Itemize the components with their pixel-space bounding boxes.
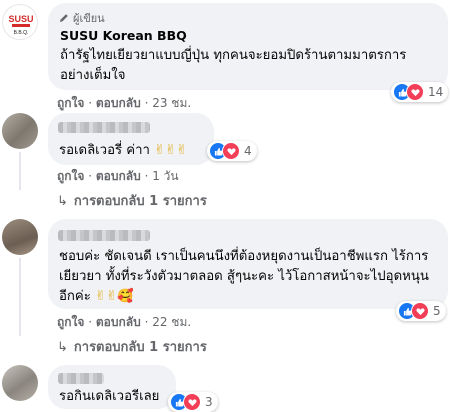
view-replies-link[interactable]: ↳ การตอบกลับ 1 รายการ (57, 190, 207, 211)
reaction-summary[interactable]: 14 (391, 82, 449, 102)
comment-actions: ถูกใจ · ตอบกลับ · 22 ชม. (57, 315, 192, 329)
reply-link[interactable]: ตอบกลับ (96, 315, 141, 329)
commenter-avatar[interactable] (2, 219, 38, 255)
love-reaction-icon (222, 142, 240, 160)
like-link[interactable]: ถูกใจ (57, 315, 84, 329)
reaction-count: 5 (433, 304, 441, 318)
comment-actions: ถูกใจ · ตอบกลับ · 1 วัน (57, 169, 179, 183)
like-link[interactable]: ถูกใจ (57, 169, 84, 183)
reply-arrow-icon: ↳ (57, 340, 68, 355)
logo-line2: B.B.Q. (14, 30, 29, 36)
comment-text: ชอบค่ะ ชัดเจนดี เราเป็นคนนึงที่ต้องหยุดง… (59, 249, 429, 304)
like-link[interactable]: ถูกใจ (57, 96, 84, 110)
comment-text: ถ้ารัฐไทยเยียวยาแบบญี่ปุ่น ทุกคนจะยอมปิด… (60, 48, 407, 83)
love-reaction-icon (183, 393, 201, 411)
reaction-summary[interactable]: 3 (168, 392, 218, 412)
love-reaction-icon (411, 302, 429, 320)
commenter-name[interactable]: SUSU Korean BBQ (60, 28, 187, 43)
reaction-summary[interactable]: 4 (207, 141, 257, 161)
comment-bubble: รอกินเดลิเวอรีเลย (48, 365, 176, 409)
commenter-avatar[interactable] (2, 113, 38, 149)
redacted-name (58, 122, 150, 133)
comment-actions: ถูกใจ · ตอบกลับ · 23 ชม. (57, 96, 192, 110)
comment-bubble: รอเดลิเวอรี่ ค่าา ✌✌✌ (48, 113, 214, 165)
pencil-icon (60, 14, 68, 22)
reply-link[interactable]: ตอบกลับ (96, 96, 141, 110)
commenter-avatar[interactable] (2, 365, 38, 401)
reply-arrow-icon: ↳ (57, 194, 68, 209)
comment-text: รอเดลิเวอรี่ ค่าา ✌✌✌ (59, 143, 188, 158)
thread-line (19, 152, 21, 190)
redacted-name (58, 373, 104, 384)
logo-line1: SUSU (8, 14, 33, 24)
view-replies-link[interactable]: ↳ การตอบกลับ 1 รายการ (57, 336, 207, 357)
reaction-count: 3 (205, 395, 213, 409)
comment-timestamp[interactable]: 1 วัน (152, 169, 178, 183)
emoji-row: ✌✌✌ (154, 143, 188, 158)
reply-link[interactable]: ตอบกลับ (96, 169, 141, 183)
emoji-row: ✌✌🥰 (95, 289, 134, 304)
susu-logo: SUSU B.B.Q. (4, 6, 37, 39)
love-reaction-icon (406, 83, 424, 101)
page-avatar[interactable]: SUSU B.B.Q. (2, 4, 38, 40)
thread-line (19, 258, 21, 336)
reaction-summary[interactable]: 5 (396, 301, 446, 321)
author-badge-label: ผู้เขียน (73, 12, 105, 25)
reaction-count: 14 (428, 85, 444, 99)
comment-timestamp[interactable]: 22 ชม. (152, 315, 191, 329)
author-badge: ผู้เขียน (58, 9, 105, 27)
comment-bubble: ผู้เขียน SUSU Korean BBQ ถ้ารัฐไทยเยียวย… (48, 3, 448, 90)
reaction-count: 4 (244, 144, 252, 158)
comment-text: รอกินเดลิเวอรีเลย (59, 389, 160, 404)
redacted-name (58, 230, 150, 241)
comment-bubble: ชอบค่ะ ชัดเจนดี เราเป็นคนนึงที่ต้องหยุดง… (48, 219, 448, 309)
comment-timestamp[interactable]: 23 ชม. (152, 96, 191, 110)
